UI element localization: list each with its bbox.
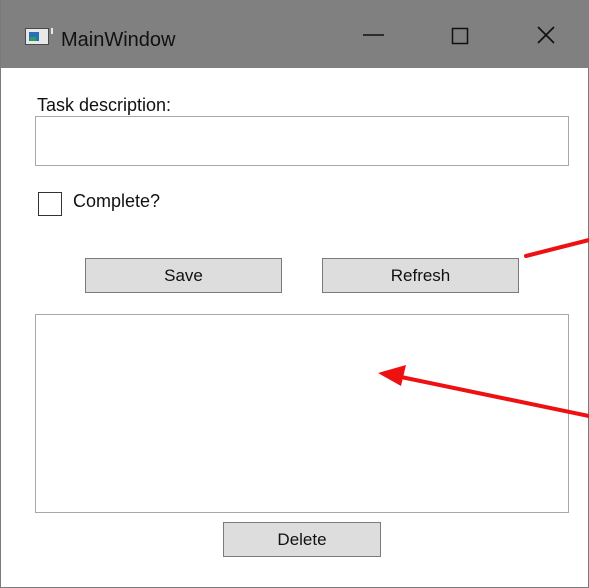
main-window: MainWindow Task description: Complete? S…	[0, 0, 589, 588]
minimize-button[interactable]	[352, 16, 396, 56]
app-icon-accent	[30, 37, 36, 41]
window-title: MainWindow	[61, 29, 176, 51]
maximize-button[interactable]	[438, 16, 482, 56]
save-button[interactable]: Save	[85, 258, 282, 293]
title-bar[interactable]: MainWindow	[1, 0, 589, 68]
complete-checkbox-label[interactable]: Complete?	[73, 190, 160, 212]
app-icon	[25, 28, 53, 45]
close-button[interactable]	[524, 16, 568, 56]
delete-button[interactable]: Delete	[223, 522, 381, 557]
task-description-label: Task description:	[37, 95, 172, 115]
task-list[interactable]	[35, 314, 569, 513]
maximize-icon	[451, 27, 469, 45]
app-icon-mark	[51, 28, 53, 34]
task-description-input[interactable]	[35, 116, 569, 166]
close-icon	[537, 26, 555, 44]
complete-checkbox[interactable]	[38, 192, 62, 216]
minimize-icon	[363, 34, 384, 36]
refresh-button[interactable]: Refresh	[322, 258, 519, 293]
